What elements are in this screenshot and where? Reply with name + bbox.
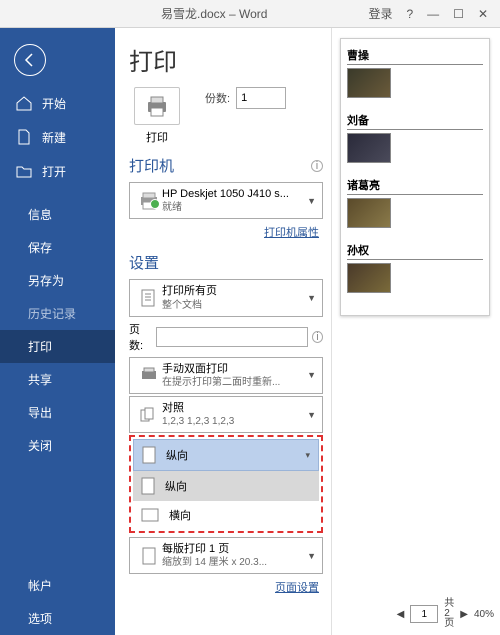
window-title: 易雪龙.docx – Word (60, 5, 368, 22)
home-icon (14, 94, 34, 112)
page-number-input[interactable] (410, 605, 438, 623)
settings-section-title: 设置 (129, 252, 159, 273)
print-panel: 打印 打印 份数: 打印机 i (115, 28, 331, 635)
sidebar-item-home[interactable]: 开始 (0, 86, 115, 120)
preview-footer: ◀ 共2页 ▶ 40% (397, 599, 494, 629)
page-total-label: 共2页 (444, 599, 454, 629)
chevron-down-icon: ▼ (307, 370, 316, 380)
chevron-down-icon: ▼ (307, 410, 316, 420)
printer-icon (134, 87, 180, 125)
login-link[interactable]: 登录 (368, 5, 392, 22)
sidebar-item-print[interactable]: 打印 (0, 330, 115, 363)
document-thumbnail: 曹操 刘备 诸葛亮 孙权 (340, 38, 490, 316)
sidebar-item-history[interactable]: 历史记录 (0, 297, 115, 330)
printer-properties-link[interactable]: 打印机属性 (129, 221, 323, 246)
collate-icon (139, 406, 159, 424)
help-icon[interactable]: ? (406, 7, 413, 21)
chevron-down-icon: ▼ (307, 196, 316, 206)
duplex-selector[interactable]: 手动双面打印在提示打印第二面时重新... ▼ (129, 357, 323, 394)
maximize-icon[interactable]: ☐ (453, 7, 464, 21)
landscape-icon (141, 508, 159, 522)
orientation-selected[interactable]: 纵向 ▾ (133, 439, 319, 471)
sidebar-item-info[interactable]: 信息 (0, 198, 115, 231)
sidebar-item-save[interactable]: 保存 (0, 231, 115, 264)
sidebar-item-account[interactable]: 帐户 (0, 569, 115, 602)
page-title: 打印 (129, 42, 323, 77)
page-setup-link[interactable]: 页面设置 (129, 576, 323, 601)
pages-label: 页数: (129, 321, 152, 353)
copies-input[interactable] (236, 87, 286, 109)
prev-page-button[interactable]: ◀ (397, 609, 405, 620)
sidebar-item-open[interactable]: 打开 (0, 154, 115, 188)
copies-label: 份数: (205, 90, 230, 106)
zoom-level: 40% (474, 609, 494, 620)
printer-selector[interactable]: HP Deskjet 1050 J410 s... 就绪 ▼ (129, 182, 323, 219)
sidebar-item-close[interactable]: 关闭 (0, 429, 115, 462)
next-page-button[interactable]: ▶ (460, 609, 468, 620)
info-icon[interactable]: i (311, 160, 323, 172)
pages-per-sheet-selector[interactable]: 每版打印 1 页缩放到 14 厘米 x 20.3... ▼ (129, 537, 323, 574)
file-icon (14, 128, 34, 146)
pages-icon (140, 288, 158, 308)
print-preview: 曹操 刘备 诸葛亮 孙权 ◀ 共2页 ▶ 40% (331, 28, 500, 635)
page-icon (141, 546, 157, 566)
sidebar-item-export[interactable]: 导出 (0, 396, 115, 429)
chevron-down-icon: ▾ (305, 450, 310, 461)
folder-icon (14, 162, 34, 180)
orientation-option-portrait[interactable]: 纵向 (133, 471, 319, 501)
portrait-icon (142, 446, 156, 464)
print-range-selector[interactable]: 打印所有页整个文档 ▼ (129, 279, 323, 316)
back-button[interactable] (14, 44, 46, 76)
info-icon[interactable]: i (312, 331, 323, 343)
chevron-down-icon: ▼ (307, 551, 316, 561)
sidebar-item-share[interactable]: 共享 (0, 363, 115, 396)
sidebar-item-new[interactable]: 新建 (0, 120, 115, 154)
backstage-sidebar: 开始 新建 打开 信息 保存 另存为 历史记录 打印 共享 导出 关闭 帐户 选… (0, 28, 115, 635)
portrait-icon (141, 477, 155, 495)
orientation-option-landscape[interactable]: 横向 (133, 501, 319, 529)
sidebar-item-options[interactable]: 选项 (0, 602, 115, 635)
status-ready-icon (150, 199, 160, 209)
collate-selector[interactable]: 对照1,2,3 1,2,3 1,2,3 ▼ (129, 396, 323, 433)
chevron-down-icon: ▼ (307, 293, 316, 303)
pages-input[interactable] (156, 327, 308, 347)
close-icon[interactable]: ✕ (478, 7, 488, 21)
minimize-icon[interactable]: — (427, 7, 439, 21)
sidebar-item-saveas[interactable]: 另存为 (0, 264, 115, 297)
titlebar: 易雪龙.docx – Word 登录 ? — ☐ ✕ (0, 0, 500, 28)
print-button[interactable]: 打印 (129, 87, 185, 145)
orientation-dropdown: 纵向 ▾ 纵向 横向 (129, 435, 323, 533)
printer-section-title: 打印机 (129, 155, 174, 176)
duplex-icon (139, 366, 159, 384)
